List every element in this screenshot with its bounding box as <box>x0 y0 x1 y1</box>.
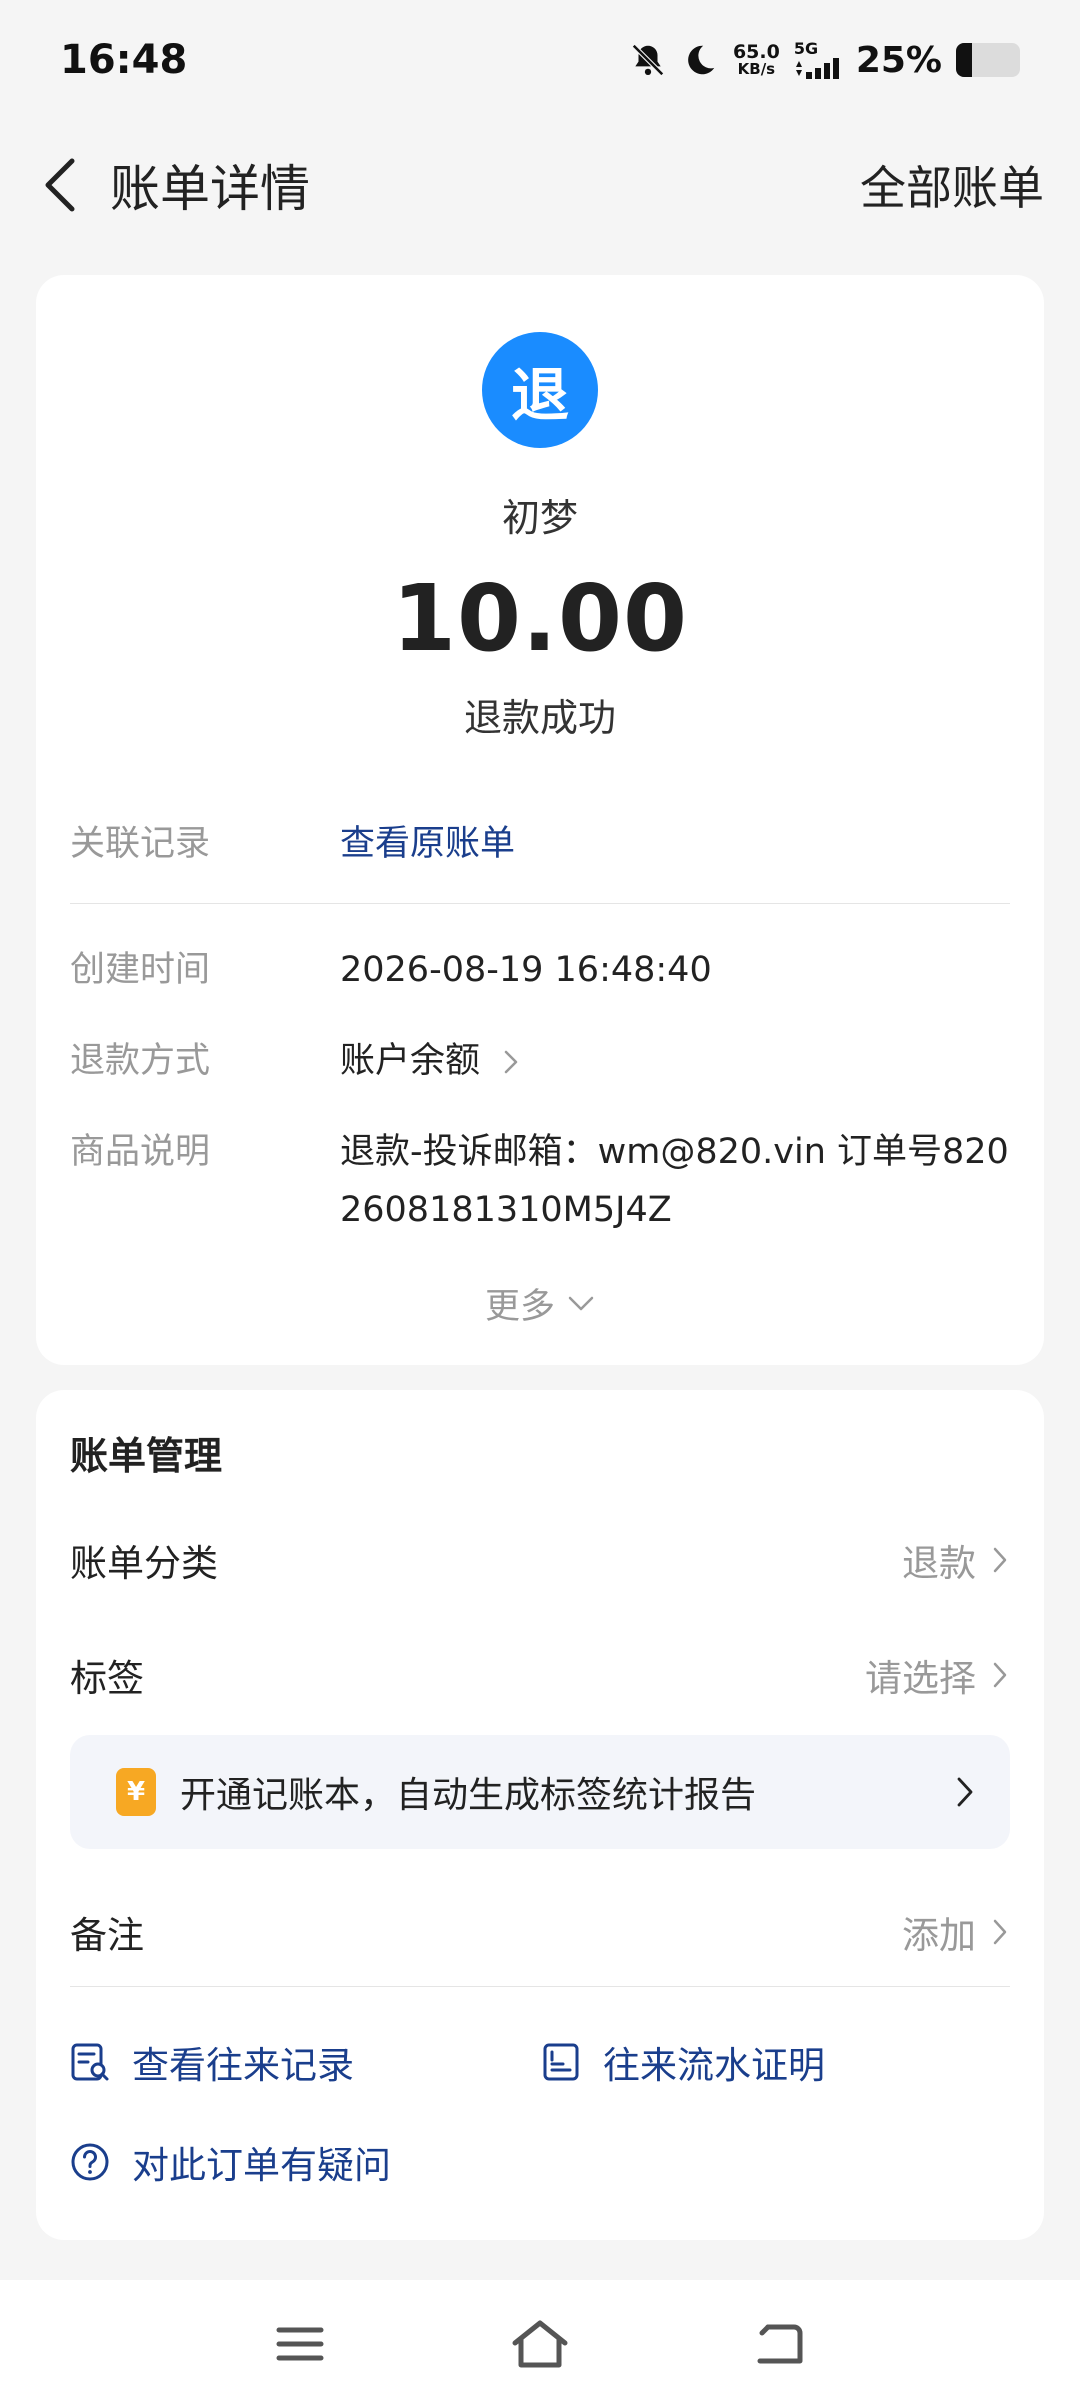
method-label: 退款方式 <box>70 1041 211 1081</box>
created-value: 2026-08-19 16:48:40 <box>340 950 712 990</box>
page-title: 账单详情 <box>110 160 310 218</box>
order-question-button[interactable]: 对此订单有疑问 <box>70 2135 391 2189</box>
chevron-right-icon <box>993 1547 1007 1573</box>
system-nav-bar <box>0 2280 1080 2408</box>
signal-icon <box>795 58 839 79</box>
desc-label: 商品说明 <box>70 1132 211 1172</box>
nav-back-button[interactable] <box>745 2309 815 2379</box>
more-button[interactable]: 更多 <box>36 1278 1044 1329</box>
nav-home-button[interactable] <box>505 2309 575 2379</box>
battery-fill <box>956 43 972 77</box>
tag-label: 标签 <box>70 1657 144 1700</box>
more-label: 更多 <box>484 1287 555 1327</box>
status-icons: 65.0 KB/s 5G 25% <box>629 40 1020 81</box>
document-icon <box>543 2043 579 2081</box>
note-value-wrap: 添加 <box>902 1905 1010 1959</box>
refund-badge-icon: 退 <box>482 332 598 448</box>
chevron-left-icon <box>45 158 75 212</box>
tag-value: 请选择 <box>865 1657 976 1700</box>
network-type: 5G <box>793 39 819 58</box>
refund-method-row[interactable]: 退款方式 账户余额 <box>70 1032 1010 1090</box>
menu-icon <box>276 2327 324 2361</box>
divider <box>70 1986 1010 1987</box>
category-value: 退款 <box>902 1542 976 1585</box>
bill-detail-card: 退 初梦 10.00 退款成功 关联记录 查看原账单 创建时间 2026-08-… <box>36 275 1044 1365</box>
category-label: 账单分类 <box>70 1542 218 1585</box>
signal-block: 5G <box>794 41 842 79</box>
category-value-wrap: 退款 <box>902 1533 1010 1587</box>
method-value: 账户余额 <box>340 1041 481 1081</box>
net-speed-unit: KB/s <box>737 60 776 78</box>
chevron-right-icon <box>993 1662 1007 1688</box>
transaction-proof-label: 往来流水证明 <box>603 2044 825 2087</box>
related-label: 关联记录 <box>70 824 211 864</box>
bill-manage-card: 账单管理 账单分类 退款 标签 请选择 ¥ 开通记账本，自动生成标签统计报告 备… <box>36 1390 1044 2240</box>
method-value-wrap: 账户余额 <box>340 1032 1010 1090</box>
note-row[interactable]: 备注 添加 <box>70 1902 1010 1962</box>
desc-value: 退款-投诉邮箱：wm@820.vin 订单号8202608181310M5J4Z <box>340 1132 1009 1230</box>
back-button[interactable] <box>36 155 84 215</box>
created-time-row: 创建时间 2026-08-19 16:48:40 <box>70 941 1010 999</box>
manage-title: 账单管理 <box>70 1434 223 1478</box>
record-search-icon <box>71 2043 109 2081</box>
ledger-coin-icon: ¥ <box>116 1768 156 1816</box>
transaction-proof-button[interactable]: 往来流水证明 <box>541 2035 825 2089</box>
related-record-row: 关联记录 查看原账单 <box>70 815 1010 873</box>
bell-muted-icon <box>632 44 664 76</box>
chevron-right-icon <box>957 1777 973 1807</box>
created-label: 创建时间 <box>70 950 211 990</box>
view-history-label: 查看往来记录 <box>132 2044 354 2087</box>
chevron-right-icon <box>993 1919 1007 1945</box>
status-time: 16:48 <box>60 37 188 83</box>
promo-text: 开通记账本，自动生成标签统计报告 <box>180 1775 757 1816</box>
all-bills-link[interactable]: 全部账单 <box>860 152 1044 218</box>
status-bar: 16:48 65.0 KB/s 5G 25% <box>0 0 1080 120</box>
battery-percent: 25% <box>855 39 942 81</box>
view-original-bill-link[interactable]: 查看原账单 <box>340 815 1010 873</box>
order-question-label: 对此订单有疑问 <box>132 2144 391 2187</box>
net-speed: 65.0 KB/s <box>733 43 780 77</box>
header-left: 账单详情 <box>36 149 310 221</box>
divider <box>70 903 1010 904</box>
chevron-down-icon <box>568 1296 594 1310</box>
tag-value-wrap: 请选择 <box>865 1648 1010 1702</box>
question-circle-icon <box>71 2143 109 2181</box>
battery-icon <box>956 43 1020 77</box>
product-desc-row: 商品说明 退款-投诉邮箱：wm@820.vin 订单号8202608181310… <box>70 1123 1010 1239</box>
home-icon <box>512 2320 568 2368</box>
note-label: 备注 <box>70 1914 144 1957</box>
moon-icon <box>688 45 715 75</box>
header: 账单详情 全部账单 <box>0 135 1080 235</box>
nav-menu-button[interactable] <box>265 2309 335 2379</box>
note-value: 添加 <box>902 1914 976 1957</box>
view-history-button[interactable]: 查看往来记录 <box>70 2035 354 2089</box>
tag-row[interactable]: 标签 请选择 <box>70 1645 1010 1705</box>
back-icon <box>757 2324 803 2364</box>
transaction-status: 退款成功 <box>463 696 616 740</box>
payee-name: 初梦 <box>501 496 578 540</box>
chevron-right-icon <box>504 1050 518 1074</box>
amount: 10.00 <box>391 565 688 672</box>
bill-category-row[interactable]: 账单分类 退款 <box>70 1530 1010 1590</box>
ledger-promo-banner[interactable]: ¥ 开通记账本，自动生成标签统计报告 <box>70 1735 1010 1849</box>
